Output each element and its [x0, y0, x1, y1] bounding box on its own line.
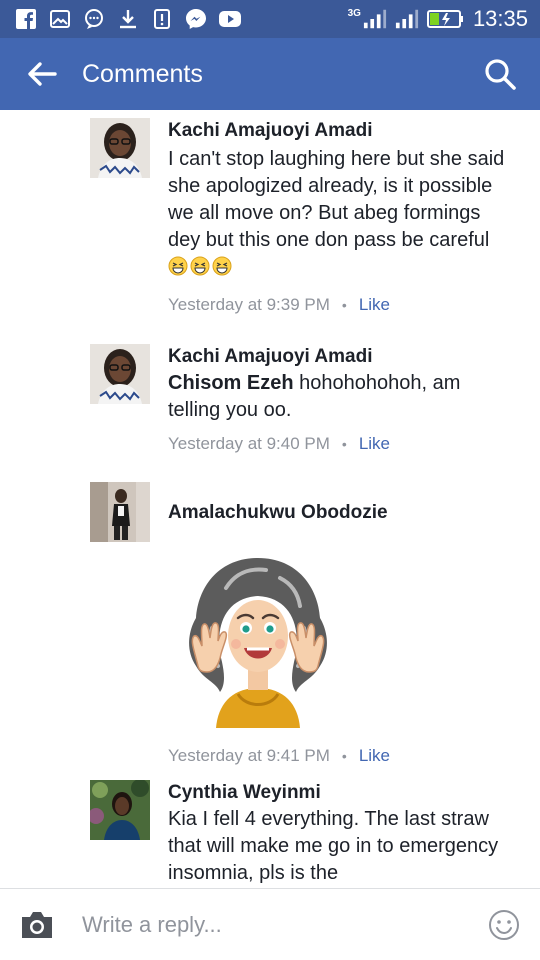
download-icon [116, 7, 140, 31]
grinning-squint-emoji [212, 256, 232, 276]
battery-charging-icon [426, 7, 465, 31]
comment: Amalachukwu Obodozie Yesterday at 9:41 P… [90, 482, 530, 765]
status-bar: 3G 13:35 [0, 0, 540, 38]
network-type: 3G [347, 7, 361, 19]
like-button[interactable]: Like [359, 746, 390, 766]
comment-text: Kia I fell 4 everything. The last straw … [168, 808, 499, 884]
comment: Cynthia Weyinmi Kia I fell 4 everything.… [90, 780, 530, 888]
separator-dot: • [341, 748, 347, 764]
arrow-left-icon [28, 62, 57, 86]
video-icon [218, 7, 242, 31]
comment-body: Kachi Amajuoyi Amadi Chisom Ezeh hohohoh… [168, 344, 528, 454]
comment-author[interactable]: Kachi Amajuoyi Amadi [168, 344, 528, 370]
reply-input[interactable] [82, 902, 486, 947]
system-status: 3G 13:35 [348, 6, 528, 32]
app-bar: Comments [0, 38, 540, 110]
laughing-woman-sticker[interactable] [168, 548, 348, 728]
reply-composer [0, 888, 540, 960]
comment-author[interactable]: Amalachukwu Obodozie [168, 500, 528, 526]
comment-timestamp[interactable]: Yesterday at 9:39 PM [168, 295, 330, 315]
comment-timestamp[interactable]: Yesterday at 9:40 PM [168, 434, 330, 454]
comment-list[interactable]: Kachi Amajuoyi Amadi I can't stop laughi… [0, 110, 540, 888]
separator-dot: • [341, 436, 347, 452]
comment-meta: Yesterday at 9:41 PM • Like [168, 746, 528, 766]
comment-timestamp[interactable]: Yesterday at 9:41 PM [168, 746, 330, 766]
smiley-icon [489, 909, 519, 940]
comment-text: Chisom Ezeh hohohohohoh, am telling you … [168, 370, 488, 424]
search-button[interactable] [480, 54, 520, 94]
messenger-icon [184, 7, 208, 31]
search-icon [485, 59, 516, 90]
comment-author[interactable]: Kachi Amajuoyi Amadi [168, 118, 528, 144]
signal-icon [363, 7, 387, 31]
notification-icons [14, 7, 242, 31]
mention-link[interactable]: Chisom Ezeh [168, 372, 294, 394]
emoji-button[interactable] [486, 907, 522, 943]
avatar[interactable] [90, 344, 150, 404]
camera-icon [22, 911, 52, 938]
like-button[interactable]: Like [359, 295, 390, 315]
grinning-squint-emoji [168, 256, 188, 276]
comment: Kachi Amajuoyi Amadi Chisom Ezeh hohohoh… [90, 344, 530, 454]
comment-body: Cynthia Weyinmi Kia I fell 4 everything.… [168, 780, 528, 887]
back-button[interactable] [24, 56, 60, 92]
comment-body: Kachi Amajuoyi Amadi I can't stop laughi… [168, 118, 528, 315]
comment-author[interactable]: Cynthia Weyinmi [168, 780, 528, 806]
facebook-icon [14, 7, 38, 31]
page-title: Comments [82, 59, 203, 88]
clock: 13:35 [472, 6, 528, 31]
comment-body: Amalachukwu Obodozie Yesterday at 9:41 P… [168, 482, 528, 766]
comment-meta: Yesterday at 9:40 PM • Like [168, 434, 528, 454]
gallery-icon [48, 7, 72, 31]
comment-text: I can't stop laughing here but she said … [168, 146, 508, 281]
comment-meta: Yesterday at 9:39 PM • Like [168, 295, 528, 315]
comment: Kachi Amajuoyi Amadi I can't stop laughi… [90, 118, 530, 318]
signal-icon [395, 7, 419, 31]
emoji-group [168, 256, 234, 278]
alert-icon [150, 7, 174, 31]
avatar[interactable] [90, 780, 150, 840]
separator-dot: • [341, 297, 347, 313]
avatar[interactable] [90, 118, 150, 178]
camera-button[interactable] [18, 908, 56, 942]
grinning-squint-emoji [190, 256, 210, 276]
chat-bubble-icon [82, 7, 106, 31]
like-button[interactable]: Like [359, 434, 390, 454]
comment-text-content: I can't stop laughing here but she said … [168, 148, 505, 251]
avatar[interactable] [90, 482, 150, 542]
